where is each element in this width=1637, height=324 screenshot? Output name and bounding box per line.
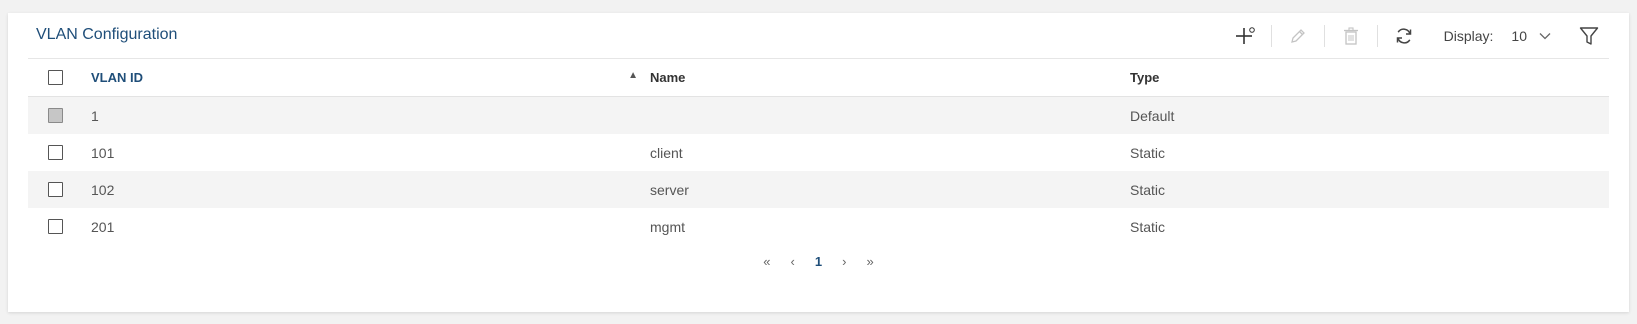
cell-vlan-id: 1 (91, 96, 650, 134)
display-label: Display: (1443, 27, 1494, 44)
table-row[interactable]: 101 client Static (28, 134, 1609, 171)
cell-type: Static (1130, 218, 1166, 235)
refresh-icon (1396, 27, 1411, 44)
add-button[interactable] (1219, 13, 1271, 58)
cell-name: server (650, 171, 1130, 208)
row-checkbox[interactable] (48, 145, 63, 160)
display-value: 10 (1511, 27, 1527, 44)
column-header-name[interactable]: Name (650, 58, 1130, 97)
chevron-down-icon (1539, 32, 1551, 39)
current-page[interactable]: 1 (815, 254, 822, 269)
cell-type: Static (1130, 171, 1609, 208)
filter-button[interactable] (1569, 13, 1609, 58)
cell-name: mgmt (650, 218, 685, 235)
column-header-type[interactable]: Type (1130, 58, 1609, 97)
prev-page-button[interactable]: ‹ (791, 254, 795, 269)
cell-vlan-id: 201 (91, 218, 115, 235)
sort-ascending-icon[interactable]: ▲ (628, 70, 638, 81)
filter-icon (1579, 26, 1599, 45)
cell-type: Static (1130, 144, 1166, 161)
table-header-row: VLAN ID ▲ Name Type (28, 58, 1609, 97)
vlan-panel: VLAN Configuration Display: 10 VLAN ID ▲… (8, 13, 1629, 312)
first-page-button[interactable]: « (763, 254, 770, 269)
table-row[interactable]: 201 mgmt Static (28, 208, 1609, 245)
delete-icon (1343, 26, 1358, 45)
row-checkbox[interactable] (48, 182, 63, 197)
select-all-cell (28, 58, 91, 97)
panel-header: VLAN Configuration Display: 10 (28, 13, 1609, 59)
next-page-button[interactable]: › (842, 254, 846, 269)
toolbar: Display: 10 (1219, 13, 1609, 58)
cell-name (650, 96, 1130, 134)
table-row[interactable]: 1 Default (28, 96, 1609, 134)
last-page-button[interactable]: » (866, 254, 873, 269)
cell-type: Default (1130, 96, 1609, 134)
vlan-table: VLAN ID ▲ Name Type 1 Default 101 client… (28, 58, 1609, 245)
add-icon (1235, 26, 1255, 44)
select-all-checkbox[interactable] (48, 69, 63, 85)
refresh-button[interactable] (1378, 13, 1430, 58)
edit-button[interactable] (1272, 13, 1324, 58)
delete-button[interactable] (1325, 13, 1377, 58)
cell-vlan-id: 102 (91, 171, 650, 208)
column-label-vlan-id: VLAN ID (91, 69, 143, 85)
cell-name: client (650, 144, 683, 161)
display-select[interactable]: 10 (1511, 28, 1551, 44)
column-header-vlan-id[interactable]: VLAN ID ▲ (91, 58, 650, 97)
cell-vlan-id: 101 (91, 144, 115, 161)
row-checkbox[interactable] (48, 219, 63, 234)
table-row[interactable]: 102 server Static (28, 171, 1609, 208)
pagination: « ‹ 1 › » (8, 254, 1629, 269)
page-title: VLAN Configuration (36, 26, 178, 43)
edit-icon (1290, 28, 1305, 43)
row-checkbox (48, 108, 63, 123)
